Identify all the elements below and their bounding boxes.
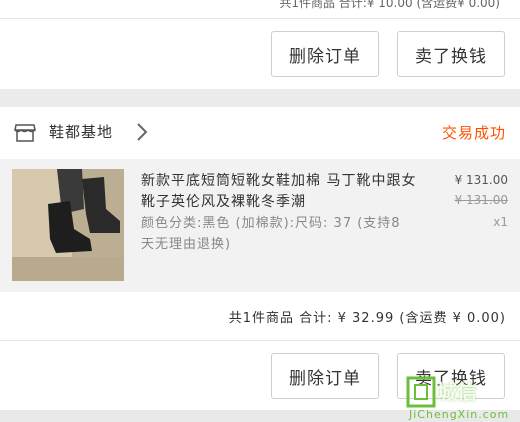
product-sku: 颜色分类:黑色 (加棉款):尺码: 37 (支持8天无理由退换) [141,216,401,252]
previous-order-actions: 删除订单 卖了换钱 [0,19,520,89]
product-image[interactable] [12,169,124,281]
order-summary: 共1件商品 合计: ¥ 32.99 (含运费 ¥ 0.00) [0,292,520,340]
section-gap [0,89,520,107]
product-original-price: ¥ 131.00 [454,193,508,207]
order-status: 交易成功 [441,124,506,142]
watermark-text-cn: 城信 [437,380,477,404]
product-title[interactable]: 新款平底短筒短靴女鞋加棉 马丁靴中跟女靴子英伦风及裸靴冬季潮 [141,171,426,213]
delete-order-button[interactable]: 删除订单 [271,353,379,399]
boots-photo [12,169,124,281]
product-quantity: x1 [493,215,508,229]
shop-name[interactable]: 鞋都基地 [49,121,113,142]
watermark-text-en: JiChengXin.com [409,408,510,421]
order-summary-text: 共1件商品 合计: ¥ 32.99 (含运费 ¥ 0.00) [228,311,506,326]
delete-order-button[interactable]: 删除订单 [271,31,379,77]
watermark-logo-icon [406,376,436,408]
product-price: ¥ 131.00 [454,173,508,187]
watermark: 城信 JiChengXin.com [403,374,520,422]
shop-icon [14,124,36,142]
previous-order-summary-text: 共1件商品 合计:¥ 10.00 (含运费¥ 0.00) [279,0,500,10]
chevron-right-icon[interactable] [134,121,150,143]
previous-order-summary: 共1件商品 合计:¥ 10.00 (含运费¥ 0.00) [0,0,520,18]
shop-header[interactable]: 鞋都基地 交易成功 [0,107,520,159]
sell-for-cash-button[interactable]: 卖了换钱 [397,31,505,77]
order-item[interactable]: 新款平底短筒短靴女鞋加棉 马丁靴中跟女靴子英伦风及裸靴冬季潮 颜色分类:黑色 (… [0,159,520,292]
